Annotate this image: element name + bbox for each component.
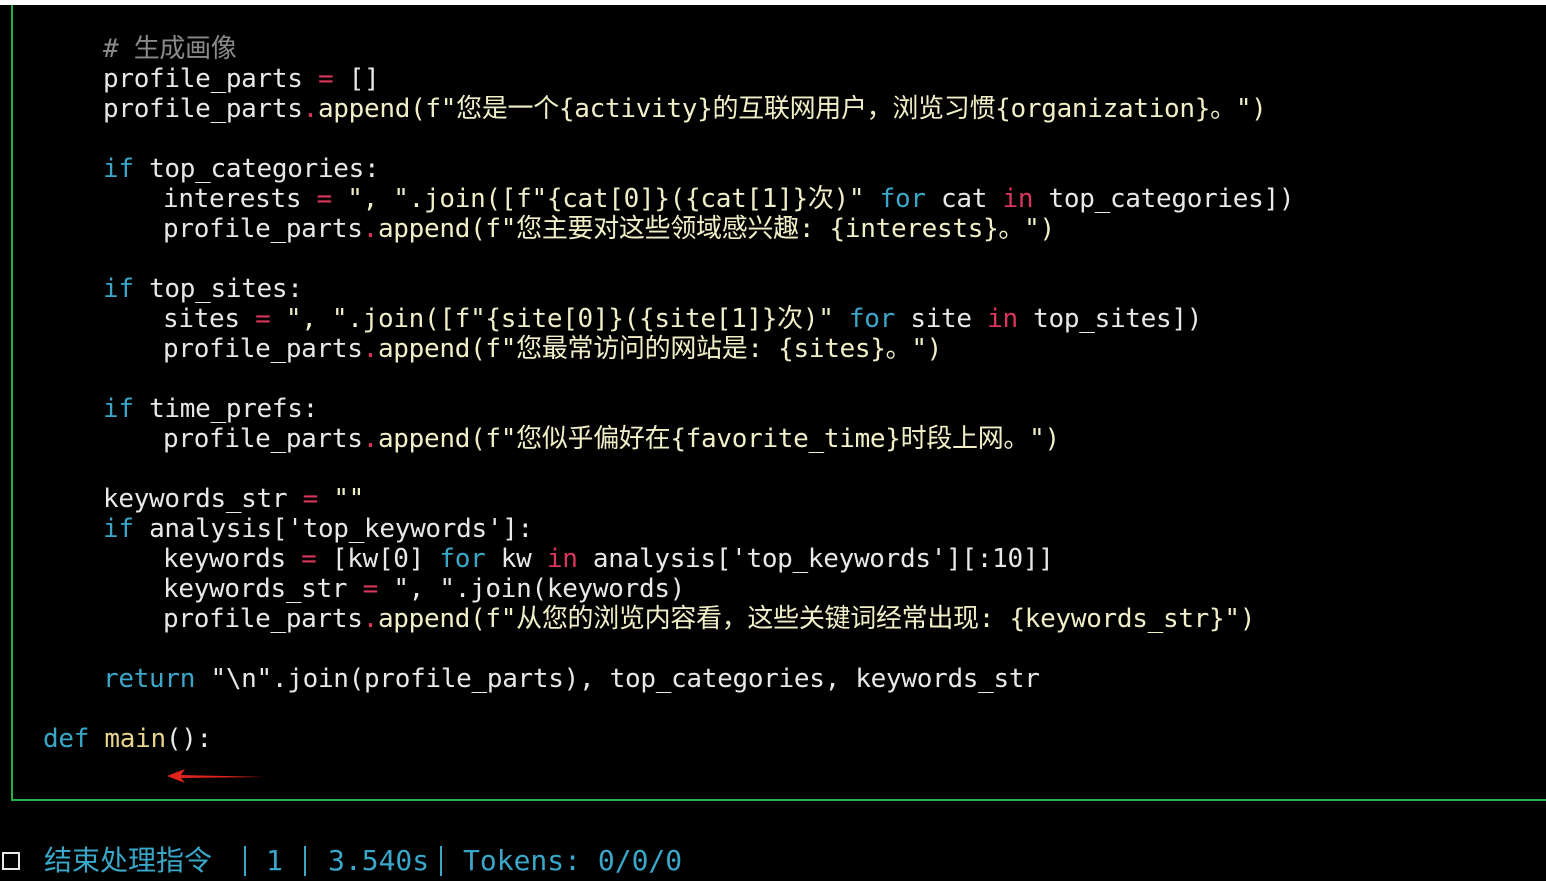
checkbox-icon[interactable]: [2, 852, 20, 870]
code-line: profile_parts.append(f"您是一个{activity}的互联…: [103, 94, 1267, 124]
code-line-comment: # 生成画像: [103, 34, 237, 64]
code-line: return "\n".join(profile_parts), top_cat…: [103, 664, 1040, 694]
status-count: 1: [266, 844, 283, 877]
code-line: if top_categories:: [103, 154, 380, 184]
code-line: keywords_str = ", ".join(keywords): [163, 574, 686, 604]
status-command-label[interactable]: 结束处理指令: [44, 842, 212, 880]
code-line: if analysis['top_keywords']:: [103, 514, 533, 544]
status-tokens: Tokens: 0/0/0: [463, 844, 683, 877]
code-line: interests = ", ".join([f"{cat[0]}({cat[1…: [163, 184, 1295, 214]
code-line: keywords = [kw[0] for kw in analysis['to…: [163, 544, 1054, 574]
code-line: profile_parts.append(f"您似乎偏好在{favorite_t…: [163, 424, 1060, 454]
status-divider: [304, 846, 306, 876]
code-line: keywords_str = "": [103, 484, 365, 514]
code-line: profile_parts = []: [103, 64, 380, 94]
status-divider: [244, 846, 246, 876]
code-line-def: def main():: [43, 724, 212, 754]
code-line: if time_prefs:: [103, 394, 318, 424]
code-line: if top_sites:: [103, 274, 303, 304]
code-line: profile_parts.append(f"从您的浏览内容看，这些关键词经常出…: [163, 604, 1256, 634]
status-elapsed: 3.540s: [328, 844, 430, 877]
status-divider: [440, 846, 442, 876]
code-line: profile_parts.append(f"您主要对这些领域感兴趣: {int…: [163, 214, 1055, 244]
red-left-arrow-icon: [167, 769, 265, 783]
code-line: sites = ", ".join([f"{site[0]}({site[1]}…: [163, 304, 1203, 334]
code-line: profile_parts.append(f"您最常访问的网站是: {sites…: [163, 334, 943, 364]
